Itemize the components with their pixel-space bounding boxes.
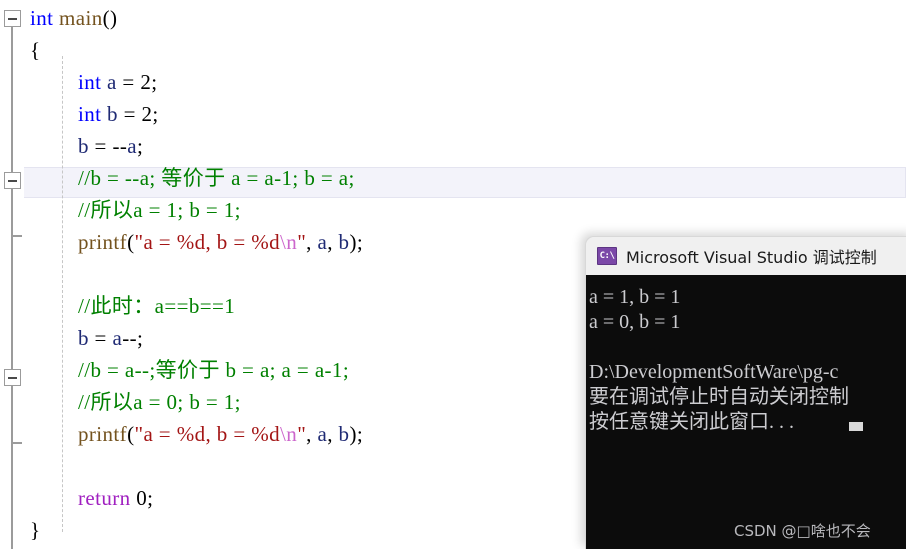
code-token-punc: () — [102, 6, 118, 30]
code-line[interactable]: //所以a = 1; b = 1; — [78, 194, 241, 226]
code-line[interactable]: //此时：a==b==1 — [78, 290, 235, 322]
code-token-str: " — [297, 230, 307, 254]
code-line[interactable]: printf("a = %d, b = %d\n", a, b); — [78, 226, 363, 258]
console-output-line: 要在调试停止时自动关闭控制 — [589, 386, 849, 408]
code-token-punc: ); — [349, 230, 364, 254]
code-token-punc: = — [88, 134, 113, 158]
console-output-area[interactable]: CSDN @□啥也不会 a = 1, b = 1 a = 0, b = 1 D:\D… — [586, 275, 906, 549]
code-token-cmt: //b = a--;等价于 b = a; a = a-1; — [78, 358, 350, 382]
code-token-kw: int — [30, 6, 54, 30]
code-token-num: 2 — [141, 102, 153, 126]
code-line[interactable]: int a = 2; — [78, 66, 157, 98]
code-token-punc: ; — [136, 134, 144, 158]
code-token-cmt: //b = --a; 等价于 a = a-1; b = a; — [78, 166, 355, 190]
code-token-var: a — [107, 70, 117, 94]
code-token-esc: \n — [280, 422, 298, 446]
code-token-fn: printf — [78, 422, 128, 446]
code-line[interactable]: //所以a = 0; b = 1; — [78, 386, 241, 418]
console-output-line: a = 1, b = 1 — [589, 286, 681, 308]
debug-console-window[interactable]: C:\ Microsoft Visual Studio 调试控制 CSDN @□… — [585, 236, 906, 549]
code-line[interactable]: } — [30, 514, 40, 546]
code-token-var: a — [317, 230, 328, 254]
code-line[interactable]: printf("a = %d, b = %d\n", a, b); — [78, 418, 363, 450]
code-token-var: b — [107, 102, 118, 126]
console-output-line: a = 0, b = 1 — [589, 311, 681, 333]
code-line[interactable]: b = --a; — [78, 130, 143, 162]
code-token-fn: main — [59, 6, 103, 30]
code-line[interactable]: //b = --a; 等价于 a = a-1; b = a; — [78, 162, 355, 194]
code-token-var: a — [317, 422, 328, 446]
code-token-punc: = — [88, 326, 113, 350]
code-token-punc: ); — [349, 422, 364, 446]
code-token-punc: ; — [151, 70, 158, 94]
console-output-line: D:\DevelopmentSoftWare\pg-c — [589, 361, 839, 383]
code-token-var: a — [127, 134, 137, 158]
code-token-kw: int — [78, 102, 102, 126]
console-app-icon: C:\ — [597, 247, 617, 265]
code-token-punc: , — [306, 230, 318, 254]
console-window-title: Microsoft Visual Studio 调试控制 — [626, 248, 877, 267]
code-line[interactable]: { — [30, 34, 40, 66]
code-line[interactable]: return 0; — [78, 482, 153, 514]
code-token-var: b — [78, 326, 89, 350]
code-line[interactable]: int main() — [30, 2, 117, 34]
code-token-cmt: //所以a = 0; b = 1; — [78, 390, 241, 414]
code-token-punc: --; — [122, 326, 144, 350]
code-line[interactable]: b = a--; — [78, 322, 143, 354]
code-token-esc: \n — [280, 230, 298, 254]
code-token-punc: } — [30, 518, 41, 542]
code-token-punc: ; — [152, 102, 159, 126]
code-token-kw: int — [78, 70, 102, 94]
console-output-line: 按任意键关闭此窗口. . . — [589, 411, 794, 433]
csdn-watermark: CSDN @□啥也不会 — [734, 522, 871, 540]
code-token-var: b — [78, 134, 89, 158]
code-line[interactable]: //b = a--;等价于 b = a; a = a-1; — [78, 354, 349, 386]
code-token-punc: , — [327, 422, 339, 446]
code-token-var: b — [338, 230, 350, 254]
screenshot-root: int main(){int a = 2; int b = 2; b = --a; /… — [0, 0, 906, 549]
code-token-punc: = — [117, 102, 142, 126]
code-token-str: "a = %d, b = %d — [134, 422, 281, 446]
code-token-punc: = — [116, 70, 141, 94]
code-token-punc: -- — [112, 134, 128, 158]
code-token-var: a — [112, 326, 123, 350]
code-token-cmt: //所以a = 1; b = 1; — [78, 198, 241, 222]
code-line[interactable]: int b = 2; — [78, 98, 159, 130]
code-token-punc: , — [306, 422, 318, 446]
code-token-num: 2 — [140, 70, 152, 94]
code-token-var: b — [338, 422, 350, 446]
code-token-punc: , — [327, 230, 339, 254]
code-token-punc: ; — [147, 486, 154, 510]
code-token-punc: { — [30, 38, 41, 62]
code-token-ctl: return — [78, 486, 131, 510]
console-cursor — [849, 422, 863, 431]
code-token-str: " — [297, 422, 307, 446]
code-token-num: 0 — [136, 486, 148, 510]
code-token-cmt: //此时：a==b==1 — [78, 294, 236, 318]
code-token-fn: printf — [78, 230, 128, 254]
console-titlebar[interactable]: C:\ Microsoft Visual Studio 调试控制 — [586, 237, 906, 275]
code-token-str: "a = %d, b = %d — [134, 230, 281, 254]
